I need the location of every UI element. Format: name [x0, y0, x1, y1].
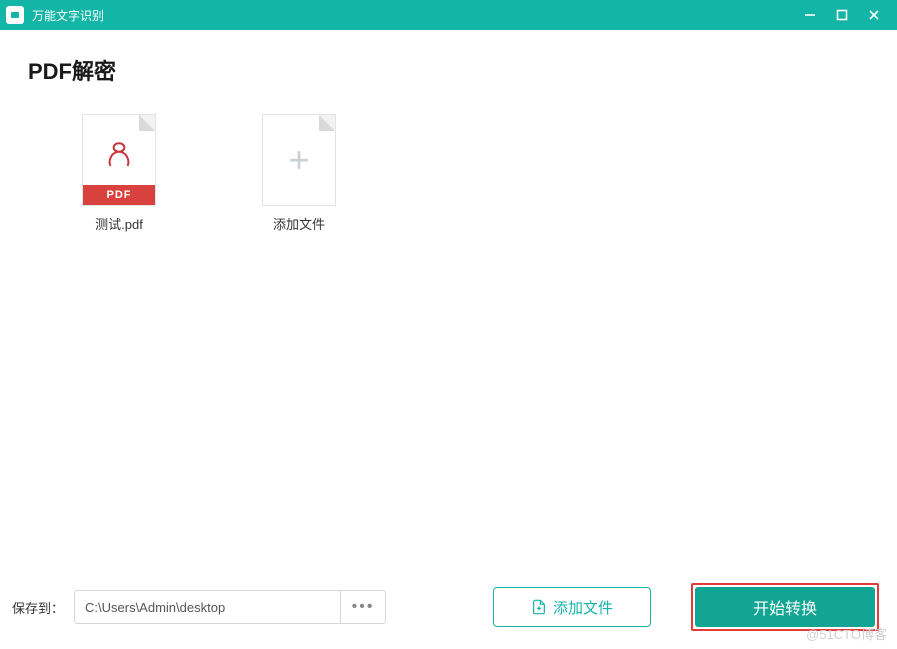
start-button-label: 开始转换 [753, 595, 817, 619]
save-to-label: 保存到： [12, 598, 64, 617]
window-controls [801, 6, 891, 24]
page-fold-icon [139, 115, 155, 131]
app-title: 万能文字识别 [32, 7, 104, 24]
add-file-button-label: 添加文件 [553, 597, 613, 618]
page-fold-icon [319, 115, 335, 131]
add-file-tile[interactable]: + 添加文件 [244, 114, 354, 233]
app-window: 万能文字识别 PDF解密 [0, 0, 897, 649]
titlebar: 万能文字识别 [0, 0, 897, 30]
save-path-input[interactable] [74, 590, 340, 624]
content-area: PDF解密 PDF 测试.pdf + [0, 30, 897, 577]
page-title: PDF解密 [28, 54, 869, 86]
start-convert-button[interactable]: 开始转换 [695, 587, 875, 627]
file-thumbnail: PDF [82, 114, 156, 206]
file-name-label: 测试.pdf [95, 214, 143, 233]
bottom-bar: 保存到： ••• 添加文件 开始转换 [0, 577, 897, 649]
pdf-logo-icon [102, 139, 136, 173]
save-path-group: ••• [74, 590, 386, 624]
close-button[interactable] [865, 6, 883, 24]
file-grid: PDF 测试.pdf + 添加文件 [28, 114, 869, 577]
plus-icon: + [288, 142, 309, 178]
maximize-button[interactable] [833, 6, 851, 24]
add-file-button[interactable]: 添加文件 [493, 587, 651, 627]
add-file-thumbnail: + [262, 114, 336, 206]
app-icon [6, 6, 24, 24]
pdf-badge: PDF [83, 185, 155, 205]
start-button-highlight: 开始转换 [691, 583, 879, 631]
minimize-button[interactable] [801, 6, 819, 24]
file-item[interactable]: PDF 测试.pdf [64, 114, 174, 233]
add-file-label: 添加文件 [273, 214, 325, 233]
add-file-icon [531, 599, 547, 615]
browse-button[interactable]: ••• [340, 590, 386, 624]
